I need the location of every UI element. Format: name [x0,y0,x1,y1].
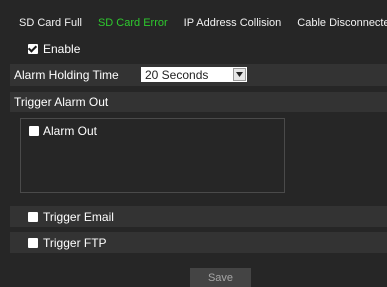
alarm-holding-label: Alarm Holding Time [14,68,119,82]
trigger-email-row: Trigger Email [10,206,387,227]
alarm-out-list: Alarm Out [20,118,285,193]
alarm-out-checkbox[interactable] [29,126,39,136]
trigger-email-label: Trigger Email [43,209,114,224]
trigger-ftp-label: Trigger FTP [43,235,107,250]
alarm-holding-select[interactable]: 20 Seconds [141,67,247,82]
enable-row: Enable [10,39,387,59]
list-item: Alarm Out [29,124,97,138]
trigger-ftp-checkbox[interactable] [28,237,38,248]
trigger-alarm-out-label: Trigger Alarm Out [14,95,109,109]
tab-cable-disconnected[interactable]: Cable Disconnected [289,13,387,33]
enable-label: Enable [43,42,81,56]
tab-ip-address-collision[interactable]: IP Address Collision [176,13,290,33]
alarm-out-label: Alarm Out [43,124,98,138]
alarm-holding-value: 20 Seconds [145,67,209,82]
alarm-holding-row: Alarm Holding Time 20 Seconds [10,64,387,86]
tab-sd-card-error[interactable]: SD Card Error [90,13,176,33]
chevron-down-icon[interactable] [233,68,246,81]
tab-sd-card-full[interactable]: SD Card Full [10,13,90,33]
trigger-email-checkbox[interactable] [28,211,38,222]
trigger-ftp-row: Trigger FTP [10,232,387,253]
event-tabs: SD Card Full SD Card Error IP Address Co… [10,12,387,34]
save-button[interactable]: Save [190,268,251,287]
enable-checkbox[interactable] [28,44,38,54]
trigger-alarm-out-row: Trigger Alarm Out [10,92,387,112]
